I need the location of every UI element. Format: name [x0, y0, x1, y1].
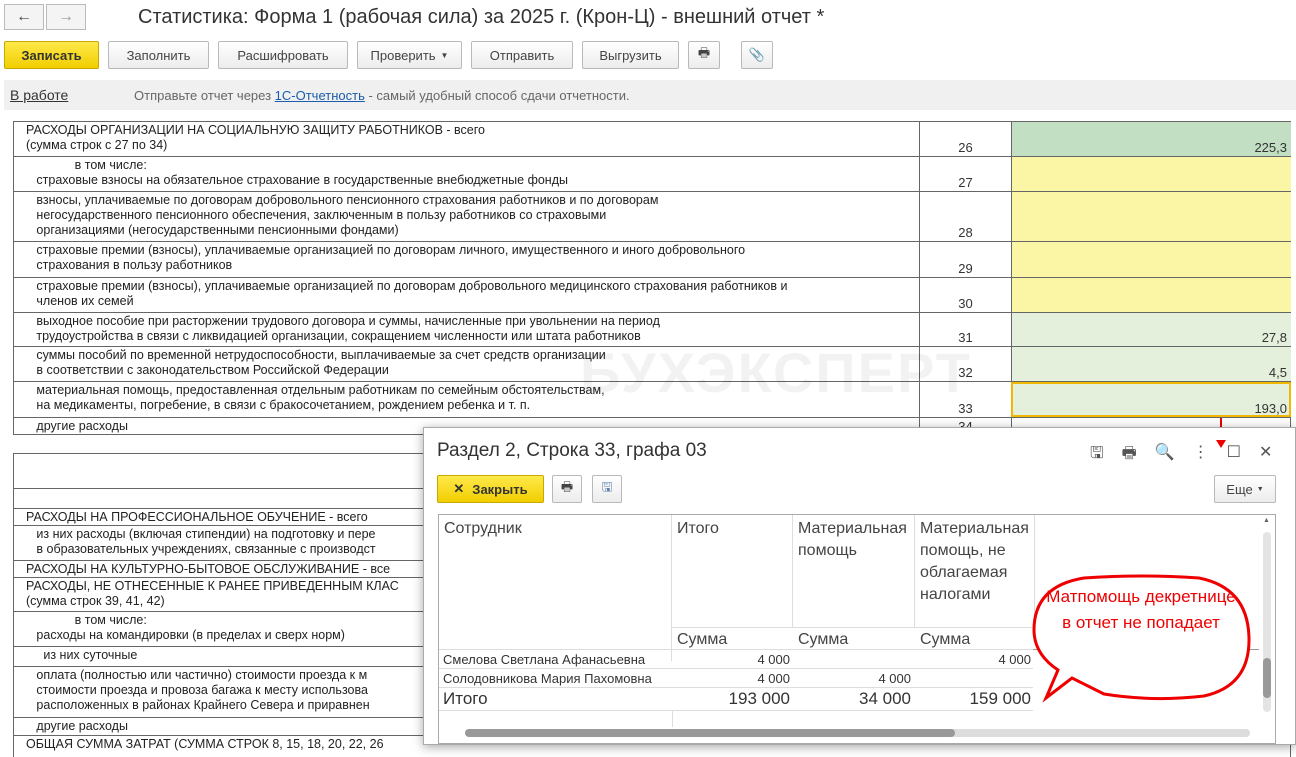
- row-label: в том числе: страховые взносы на обязате…: [36, 158, 568, 187]
- row-value-cell[interactable]: 193,0: [1011, 382, 1291, 417]
- cell-mat-free: 4 000: [998, 651, 1031, 667]
- dropdown-icon: ▼: [1256, 485, 1264, 493]
- totals-label: Итого: [443, 689, 488, 708]
- x-icon: ✕: [453, 481, 465, 496]
- row-code: 30: [919, 278, 1011, 312]
- status-link[interactable]: В работе: [10, 87, 68, 103]
- row-code: 29: [919, 242, 1011, 277]
- report-row: в том числе: страховые взносы на обязате…: [14, 156, 1291, 191]
- arrow-head-icon: [1216, 440, 1226, 448]
- more-label: Еще: [1226, 481, 1253, 497]
- popup-save-button[interactable]: 🖫: [592, 475, 622, 503]
- table-row[interactable]: Смелова Светлана Афанасьевна 4 000 4 000: [439, 649, 1033, 668]
- row-value-cell[interactable]: [1011, 242, 1291, 277]
- row-value-cell[interactable]: [1011, 278, 1291, 312]
- row-code: 26: [919, 122, 1011, 156]
- report-row: РАСХОДЫ ОРГАНИЗАЦИИ НА СОЦИАЛЬНУЮ ЗАЩИТУ…: [14, 121, 1291, 156]
- export-button[interactable]: Выгрузить: [582, 41, 679, 69]
- info-text-before: Отправьте отчет через: [134, 88, 275, 103]
- cell-mat: [793, 650, 911, 668]
- row-value-cell[interactable]: 4,5: [1011, 347, 1291, 381]
- row-label: РАСХОДЫ ОРГАНИЗАЦИИ НА СОЦИАЛЬНУЮ ЗАЩИТУ…: [26, 123, 485, 152]
- cell-total: 4 000: [757, 651, 790, 667]
- check-label: Проверить: [370, 47, 436, 63]
- totals-mat-free: 159 000: [969, 689, 1031, 708]
- header-total: Итого: [672, 515, 793, 627]
- header-mat-help: Материальная помощь: [793, 515, 915, 627]
- cell-mat: 4 000: [878, 670, 911, 686]
- watermark: БУХЭКСПЕРТ: [580, 341, 972, 404]
- attach-button[interactable]: 📎: [741, 41, 773, 69]
- row-label: страховые премии (взносы), уплачиваемые …: [36, 279, 788, 308]
- cell-total: 4 000: [757, 670, 790, 686]
- reporting-link[interactable]: 1С-Отчетность: [275, 88, 365, 103]
- row-value-cell[interactable]: [1011, 192, 1291, 241]
- save-icon: 🖫: [601, 479, 613, 494]
- totals-mat: 34 000: [859, 689, 911, 708]
- more-button[interactable]: Еще ▼: [1214, 475, 1276, 503]
- decode-button[interactable]: Расшифровать: [218, 41, 348, 69]
- maximize-icon[interactable]: ☐: [1227, 442, 1241, 469]
- row-code: 28: [919, 192, 1011, 241]
- popup-title: Раздел 2, Строка 33, графа 03: [437, 440, 707, 461]
- arrow-left-icon: ←: [16, 8, 32, 25]
- report-row: взносы, уплачиваемые по договорам добров…: [14, 191, 1291, 241]
- back-button[interactable]: ←: [4, 4, 44, 30]
- save-icon[interactable]: 🖫: [1090, 442, 1104, 469]
- printer-icon: 🖶: [560, 479, 574, 494]
- info-text-after: - самый удобный способ сдачи отчетности.: [364, 88, 630, 103]
- report-row: страховые премии (взносы), уплачиваемые …: [14, 241, 1291, 277]
- row-label: взносы, уплачиваемые по договорам добров…: [36, 193, 659, 237]
- window-title: Статистика: Форма 1 (рабочая сила) за 20…: [138, 6, 825, 28]
- cell-mat-free: [915, 669, 1031, 687]
- printer-icon[interactable]: 🖶: [1122, 442, 1137, 469]
- employee-name: Смелова Светлана Афанасьевна: [443, 651, 646, 667]
- totals-row: Итого 193 000 34 000 159 000: [439, 687, 1033, 711]
- header-mat-help-tax-free: Материальная помощь, не облагаемая налог…: [915, 515, 1035, 627]
- report-row: страховые премии (взносы), уплачиваемые …: [14, 277, 1291, 312]
- printer-icon: 🖶: [697, 45, 711, 60]
- save-button[interactable]: Записать: [4, 41, 99, 69]
- row-value-cell[interactable]: 27,8: [1011, 313, 1291, 346]
- decode-popup: Раздел 2, Строка 33, графа 03 🖫 🖶 🔍 ⋮ ☐ ✕ ✕ За…: [423, 427, 1296, 745]
- vertical-scrollbar[interactable]: ▲: [1263, 517, 1271, 727]
- table-row[interactable]: Солодовникова Мария Пахомовна 4 000 4 00…: [439, 668, 1033, 687]
- employee-name: Солодовникова Мария Пахомовна: [443, 670, 652, 686]
- print-button[interactable]: 🖶: [688, 41, 720, 69]
- info-text: Отправьте отчет через 1С-Отчетность - са…: [134, 88, 630, 103]
- row-code: 27: [919, 157, 1011, 191]
- more-vertical-icon[interactable]: ⋮: [1193, 442, 1209, 469]
- send-button[interactable]: Отправить: [471, 41, 573, 69]
- dropdown-icon: ▼: [440, 50, 449, 60]
- forward-button[interactable]: →: [46, 4, 86, 30]
- info-bar: В работе Отправьте отчет через 1С-Отчетн…: [4, 80, 1296, 110]
- paperclip-icon: 📎: [748, 47, 766, 62]
- close-label: Закрыть: [472, 481, 528, 497]
- row-label: страховые премии (взносы), уплачиваемые …: [36, 243, 746, 272]
- check-button[interactable]: Проверить ▼: [357, 41, 462, 69]
- arrow-right-icon: →: [58, 8, 74, 25]
- fill-button[interactable]: Заполнить: [108, 41, 209, 69]
- totals-total: 193 000: [728, 689, 790, 708]
- popup-print-button[interactable]: 🖶: [552, 475, 582, 503]
- row-value-cell[interactable]: 225,3: [1011, 122, 1291, 156]
- callout-text: Матпомощь декретнице в отчет не попадает: [1046, 587, 1236, 632]
- close-icon[interactable]: ✕: [1259, 442, 1272, 469]
- header-employee: Сотрудник: [439, 515, 672, 661]
- preview-icon[interactable]: 🔍: [1155, 442, 1175, 469]
- close-button[interactable]: ✕ Закрыть: [437, 475, 544, 503]
- row-value-cell[interactable]: [1011, 157, 1291, 191]
